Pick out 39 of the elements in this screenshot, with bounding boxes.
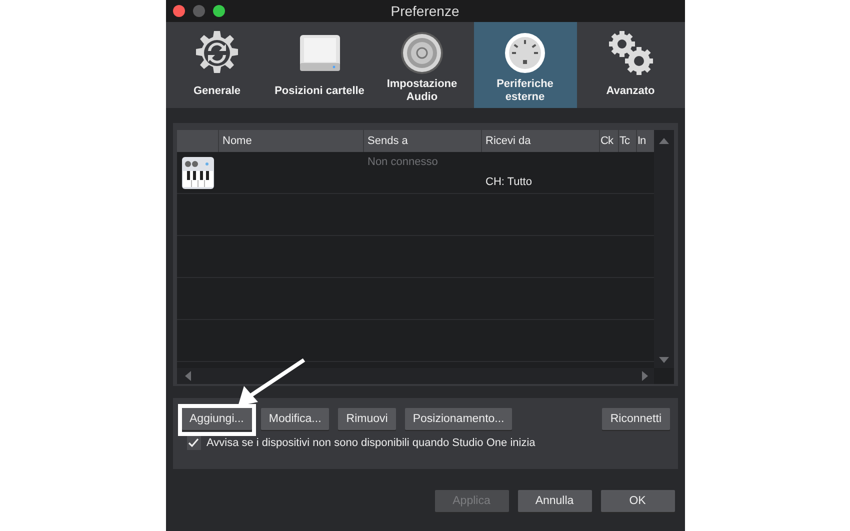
drive-icon — [298, 33, 342, 73]
window-control-dot[interactable] — [192, 5, 204, 17]
preference-tab[interactable]: Posizioni cartelle — [268, 22, 370, 108]
device-button[interactable]: Riconnetti — [602, 408, 670, 430]
preference-tab[interactable]: Avanzato — [576, 22, 684, 108]
device-button[interactable]: Posizionamento... — [404, 408, 512, 430]
column-header[interactable]: Sends a — [368, 135, 408, 147]
window-title: Preferenze — [390, 3, 460, 19]
gears-icon — [608, 30, 654, 76]
dialog-button[interactable]: OK — [600, 490, 674, 512]
scroll-right-icon[interactable] — [642, 371, 648, 381]
speaker-icon — [400, 31, 444, 75]
arrow-icon — [238, 358, 305, 406]
device-button[interactable]: Aggiungi... — [182, 408, 252, 430]
preference-tab[interactable]: Generale — [166, 22, 268, 108]
checkbox-label: Avvisa se i dispositivi non sono disponibili quando Studio One inizia — [206, 437, 536, 449]
horizontal-scrollbar[interactable] — [176, 368, 654, 384]
dialog-button[interactable]: Annulla — [518, 490, 592, 512]
column-header[interactable]: Tc — [620, 135, 630, 147]
window-control-dot[interactable] — [212, 5, 224, 17]
device-button[interactable]: Rimuovi — [338, 408, 396, 430]
checkbox[interactable] — [186, 436, 200, 450]
scroll-up-icon[interactable] — [658, 138, 668, 144]
table-cell: CH: Tutto — [486, 176, 532, 188]
window-control-dot[interactable] — [172, 5, 184, 17]
column-header[interactable]: Ck — [600, 135, 613, 147]
preference-tab[interactable]: Periferiche esterne — [474, 22, 576, 108]
preference-tab[interactable]: Impostazione Audio — [370, 22, 474, 108]
midi-connector-icon — [504, 32, 546, 74]
vertical-scrollbar[interactable] — [654, 130, 674, 368]
column-header[interactable]: Nome — [222, 135, 252, 147]
scroll-left-icon[interactable] — [184, 371, 190, 381]
scroll-down-icon[interactable] — [658, 357, 668, 363]
column-header[interactable]: Ricevi da — [486, 135, 531, 147]
checkmark-icon — [188, 438, 199, 448]
column-header[interactable]: In — [638, 135, 646, 147]
keyboard-icon — [182, 156, 214, 188]
table-cell-text: Non connesso — [368, 156, 438, 170]
device-button[interactable]: Modifica... — [260, 408, 330, 430]
